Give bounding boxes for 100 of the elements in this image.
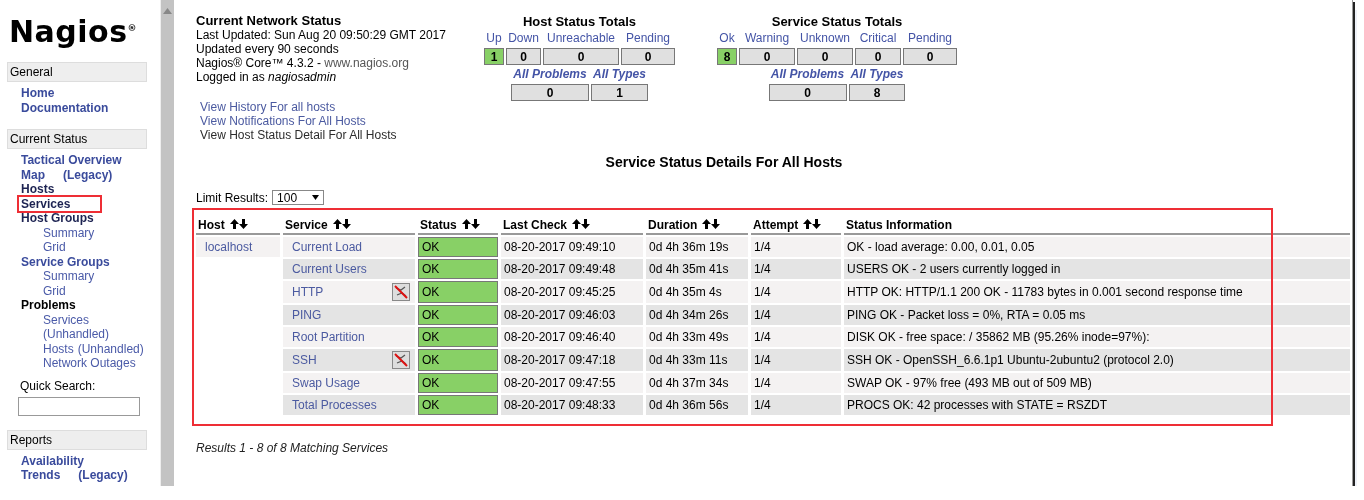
summary-label-link[interactable]: All Types [591, 67, 648, 82]
menu-link[interactable]: Network Outages [43, 356, 136, 371]
table-cell: 0d 4h 36m 19s [646, 237, 748, 257]
table-cell: SSH OK - OpenSSH_6.6.1p1 Ubuntu-2ubuntu2 (protocol 2.0) [844, 349, 1350, 371]
table-cell: 1/4 [751, 281, 841, 303]
summary-label-link[interactable]: All Problems [511, 67, 589, 82]
count-box: 0 [511, 84, 590, 101]
table-cell: 1/4 [751, 237, 841, 257]
summary-label-link[interactable]: All Types [848, 67, 906, 82]
table-cell: 0d 4h 36m 56s [646, 395, 748, 415]
menu-link[interactable]: Grid [43, 283, 66, 298]
status-cell: OK [418, 305, 498, 325]
count-box: 0 [855, 48, 901, 65]
sort-up-icon[interactable] [461, 219, 471, 229]
status-label-link[interactable]: Ok [717, 31, 737, 46]
count-box: 0 [739, 48, 795, 65]
notifications-disabled-icon [392, 283, 410, 301]
sort-down-icon[interactable] [581, 219, 591, 229]
sort-up-icon[interactable] [702, 219, 712, 229]
status-label-link[interactable]: Unknown [798, 31, 852, 46]
quick-search-field[interactable] [18, 396, 140, 416]
limit-label: Limit Results: [196, 190, 269, 205]
section-header: Current Status [7, 129, 147, 149]
logged-in-text: Logged in as nagiosadmin [196, 70, 338, 84]
status-cell: OK [418, 373, 498, 393]
table-cell: 08-20-2017 09:47:18 [501, 349, 643, 371]
status-label-link[interactable]: Pending [905, 31, 954, 46]
menu-link[interactable]: Map (Legacy) [21, 167, 113, 182]
table-cell: SWAP OK - 97% free (493 MB out of 509 MB) [844, 373, 1350, 393]
menu-link[interactable]: Services (Unhandled) [43, 312, 110, 342]
menu-link[interactable]: Tactical Overview [21, 153, 122, 168]
status-label-link[interactable]: Critical [857, 31, 899, 46]
site-link[interactable]: www.nagios.org [324, 56, 409, 70]
table-cell: 0d 4h 37m 34s [646, 373, 748, 393]
table-cell: 1/4 [751, 373, 841, 393]
table-cell: DISK OK - free space: / 35862 MB (95.26% inode=97%): [844, 327, 1350, 347]
table-cell: HTTP OK: HTTP/1.1 200 OK - 11783 bytes in 0.001 second response time [844, 281, 1350, 303]
count-box: 1 [484, 48, 504, 65]
sort-down-icon[interactable] [238, 219, 248, 229]
count-box: 0 [543, 48, 619, 65]
status-label-link[interactable]: Down [506, 31, 541, 46]
status-label-link[interactable]: Unreachable [544, 31, 617, 46]
table-cell: 08-20-2017 09:47:55 [501, 373, 643, 393]
view-link[interactable]: View Host Status Detail For All Hosts [200, 128, 484, 142]
column-header: Service [285, 218, 328, 232]
scrollbar[interactable] [160, 0, 174, 486]
count-box: 0 [506, 48, 541, 65]
nagios-logo[interactable]: Nagios$^{®}$ [9, 14, 160, 50]
service-link[interactable]: PING [286, 308, 322, 322]
menu-link[interactable]: Home [21, 86, 55, 101]
menu-link[interactable]: Summary [43, 269, 95, 284]
table-cell: 08-20-2017 09:46:03 [501, 305, 643, 325]
sort-up-icon[interactable] [332, 219, 342, 229]
status-label-link[interactable]: Up [484, 31, 504, 46]
menu-link[interactable]: Host Groups [21, 211, 94, 226]
table-cell: OK - load average: 0.00, 0.01, 0.05 [844, 237, 1350, 257]
sort-up-icon[interactable] [229, 219, 239, 229]
status-cell: OK [418, 259, 498, 279]
status-cell: OK [418, 349, 498, 371]
status-cell: OK [418, 281, 498, 303]
limit-select[interactable]: 100 [272, 190, 325, 205]
table-cell: 08-20-2017 09:49:48 [501, 259, 643, 279]
table-cell: PING OK - Packet loss = 0%, RTA = 0.05 ms [844, 305, 1350, 325]
view-link[interactable]: View Notifications For All Hosts [200, 114, 484, 128]
status-label-link[interactable]: Pending [623, 31, 672, 46]
sort-down-icon[interactable] [711, 219, 721, 229]
status-cell: OK [418, 395, 498, 415]
count-box: 1 [591, 84, 648, 101]
menu-heading[interactable]: Problems [21, 298, 76, 313]
quick-search-label: Quick Search: [19, 378, 97, 393]
table-cell: 1/4 [751, 305, 841, 325]
dropdown-icon [312, 195, 320, 200]
menu-link[interactable]: Grid [43, 240, 66, 255]
status-label-link[interactable]: Warning [742, 31, 792, 46]
sort-up-icon[interactable] [803, 219, 813, 229]
sort-down-icon[interactable] [812, 219, 822, 229]
menu-link[interactable]: Documentation [21, 100, 109, 115]
menu-link[interactable]: Summary [43, 225, 95, 240]
menu-link[interactable]: Service Groups [21, 254, 110, 269]
view-link[interactable]: View History For all hosts [200, 100, 484, 114]
summary-label-link[interactable]: All Problems [768, 67, 847, 82]
count-box: 8 [848, 84, 906, 101]
table-cell: 1/4 [751, 349, 841, 371]
table-cell: 1/4 [751, 327, 841, 347]
count-box: 8 [717, 48, 737, 65]
sort-down-icon[interactable] [341, 219, 351, 229]
menu-link[interactable]: Hosts [21, 182, 55, 197]
sort-up-icon[interactable] [572, 219, 582, 229]
status-cell: OK [418, 237, 498, 257]
column-header: Last Check [503, 218, 568, 232]
menu-link[interactable]: Availability [21, 453, 84, 468]
column-header: Status [420, 218, 457, 232]
sort-down-icon[interactable] [470, 219, 480, 229]
menu-link[interactable]: Hosts (Unhandled) [43, 341, 144, 356]
menu-link[interactable]: Services [19, 196, 101, 211]
count-box: 0 [621, 48, 675, 65]
totals-title: Host Status Totals [522, 14, 637, 29]
table-cell: 0d 4h 35m 4s [646, 281, 748, 303]
menu-link[interactable]: Trends (Legacy) [21, 468, 128, 483]
status-title: Current Network Status [196, 14, 343, 28]
